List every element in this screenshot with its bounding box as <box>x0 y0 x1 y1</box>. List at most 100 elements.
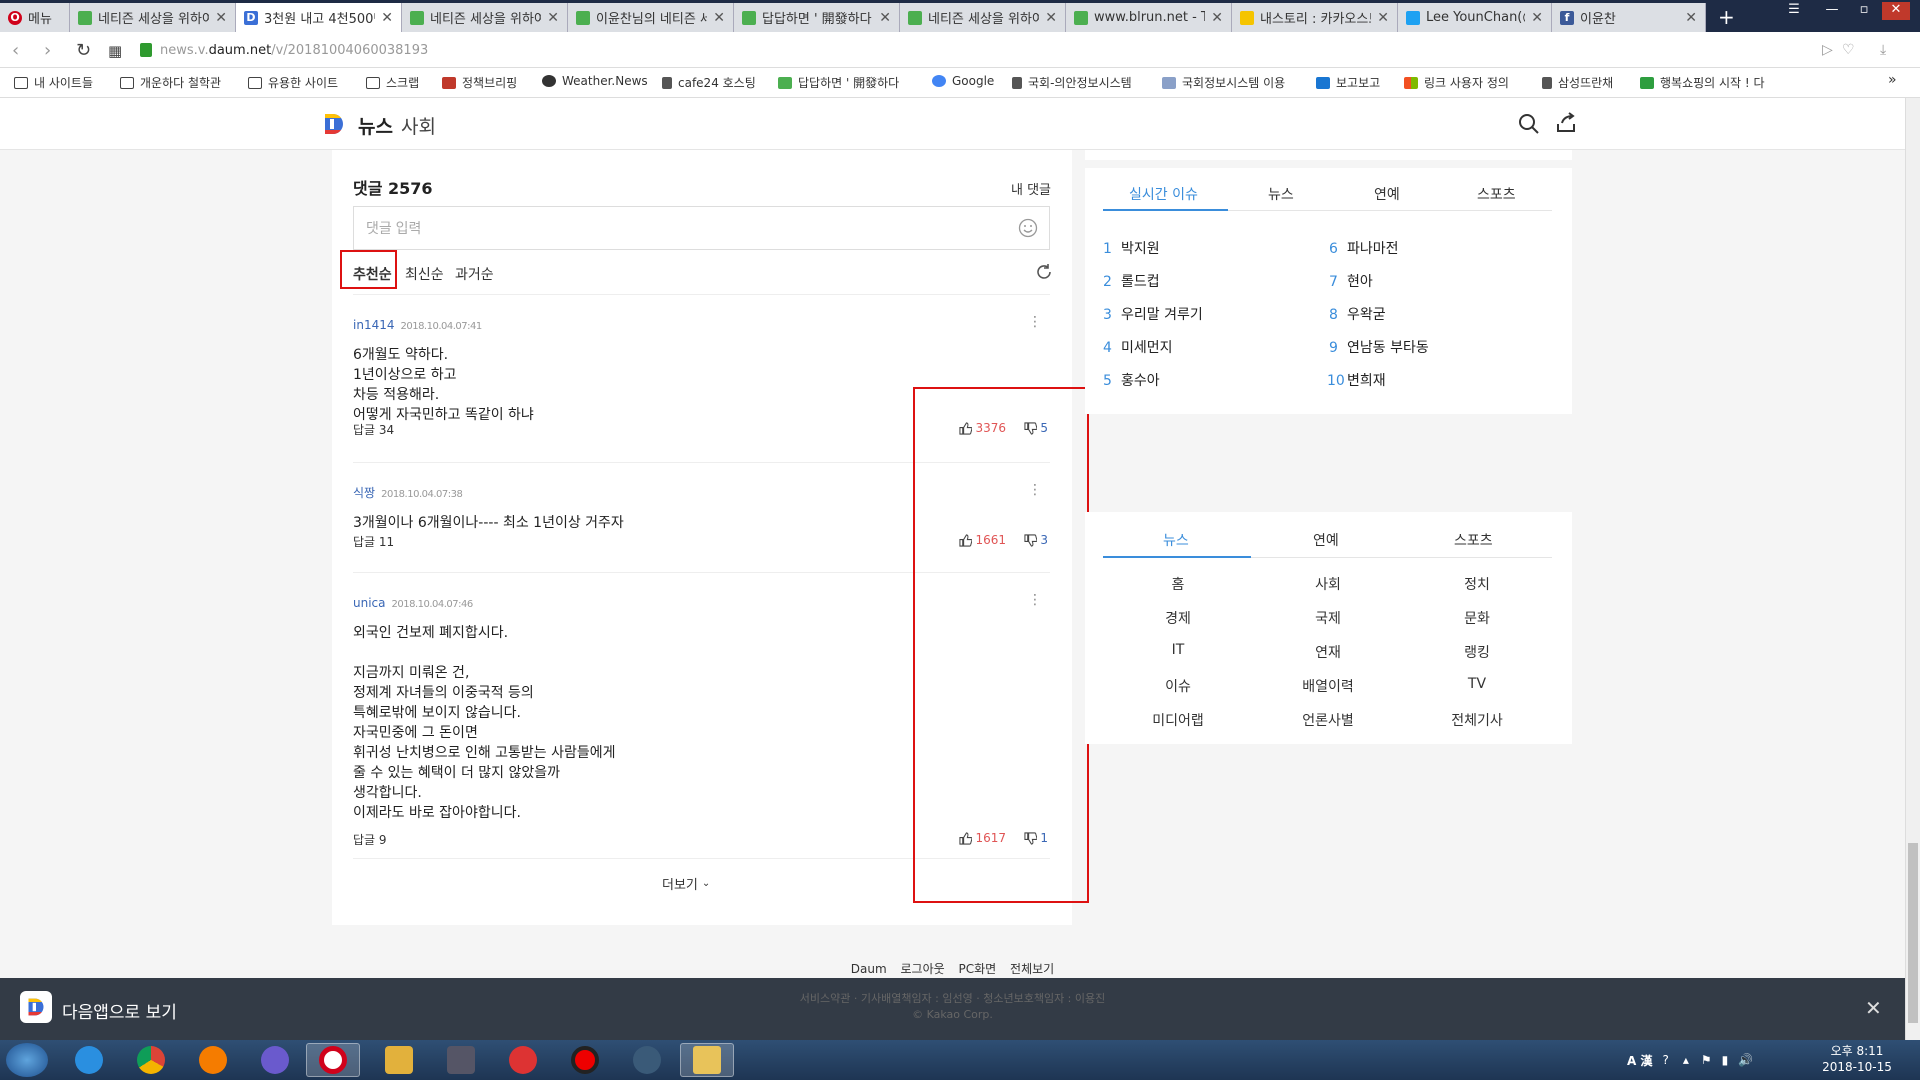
bookmark-link[interactable]: 행복쇼핑의 시작 ! 다 <box>1640 74 1765 91</box>
sort-oldest-tab[interactable]: 과거순 <box>455 264 494 284</box>
reply-count-button[interactable]: 답글 34 <box>353 423 394 437</box>
explorer-taskbar-icon[interactable] <box>680 1043 734 1077</box>
issue-rank-item[interactable]: 3 우리말 겨루기 <box>1103 304 1203 324</box>
close-icon[interactable]: ✕ <box>1377 10 1389 26</box>
bookmark-link[interactable]: 국회-의안정보시스템 <box>1012 74 1132 91</box>
close-icon[interactable]: ✕ <box>381 10 393 26</box>
category-link[interactable]: 전체기사 <box>1417 710 1537 730</box>
network-icon[interactable]: ▮ <box>1722 1053 1729 1067</box>
close-icon[interactable]: ✕ <box>1211 10 1223 26</box>
tab-news[interactable]: 뉴스 <box>1268 184 1294 204</box>
comment-author[interactable]: unica <box>353 596 386 610</box>
recorder-taskbar-icon[interactable] <box>558 1043 612 1077</box>
bookmark-link[interactable]: cafe24 호스팅 <box>662 74 756 91</box>
taskbar-clock[interactable]: 오후 8:11 2018-10-15 <box>1822 1043 1892 1075</box>
close-icon[interactable]: ✕ <box>1531 10 1543 26</box>
opera-taskbar-icon[interactable] <box>306 1043 360 1077</box>
help-icon[interactable]: ? <box>1662 1053 1668 1067</box>
chrome-taskbar-icon[interactable] <box>124 1043 178 1077</box>
browser-tab[interactable]: www.blrun.net - The ✕ <box>1066 3 1232 32</box>
issue-rank-item[interactable]: 10 변희재 <box>1327 370 1386 390</box>
category-link[interactable]: 배열이력 <box>1268 676 1388 696</box>
tab-entertainment[interactable]: 연예 <box>1313 530 1339 550</box>
share-icon[interactable] <box>1555 112 1577 134</box>
reply-count-button[interactable]: 답글 9 <box>353 833 387 847</box>
category-link[interactable]: 정치 <box>1417 574 1537 594</box>
bookmark-link[interactable]: Weather.News <box>542 74 648 88</box>
category-link[interactable]: 문화 <box>1417 608 1537 628</box>
tab-news[interactable]: 뉴스 <box>1163 530 1189 550</box>
bookmark-folder[interactable]: 내 사이트들 <box>14 74 93 91</box>
bookmark-folder[interactable]: 스크랩 <box>366 74 419 91</box>
category-link[interactable]: 연재 <box>1268 642 1388 662</box>
category-link[interactable]: 이슈 <box>1118 676 1238 696</box>
issue-rank-item[interactable]: 8 우왁굳 <box>1329 304 1386 324</box>
reply-count-button[interactable]: 답글 11 <box>353 535 394 549</box>
issue-rank-item[interactable]: 4 미세먼지 <box>1103 337 1173 357</box>
emoji-icon[interactable] <box>1018 218 1038 238</box>
firefox-taskbar-icon[interactable] <box>186 1043 240 1077</box>
app-taskbar-icon[interactable] <box>248 1043 302 1077</box>
comment-author[interactable]: in1414 <box>353 318 394 332</box>
bookmark-folder[interactable]: 유용한 사이트 <box>248 74 338 91</box>
category-link[interactable]: TV <box>1417 676 1537 692</box>
bookmark-folder[interactable]: 개운하다 철학관 <box>120 74 221 91</box>
comment-input[interactable] <box>353 206 1050 250</box>
issue-rank-item[interactable]: 2 롤드컵 <box>1103 271 1160 291</box>
browser-tab[interactable]: Lee YounChan(@blr ✕ <box>1398 3 1552 32</box>
footer-link-all[interactable]: 전체보기 <box>1010 962 1054 976</box>
daum-logo-icon[interactable] <box>322 112 346 136</box>
issue-rank-item[interactable]: 5 홍수아 <box>1103 370 1160 390</box>
page-scrollbar[interactable] <box>1905 98 1920 1042</box>
tab-sports[interactable]: 스포츠 <box>1454 530 1493 550</box>
tab-entertainment[interactable]: 연예 <box>1374 184 1400 204</box>
category-link[interactable]: 랭킹 <box>1417 642 1537 662</box>
browser-tab[interactable]: 답답하면 ' 開發하다 ✕ <box>734 3 900 32</box>
bookmark-link[interactable]: 삼성뜨란채 <box>1542 74 1613 91</box>
reload-icon[interactable]: ↻ <box>76 40 91 61</box>
app-banner[interactable]: 서비스약관 · 기사배열책임자 : 임선영 · 청소년보호책임자 : 이용진 ©… <box>0 978 1905 1040</box>
more-options-icon[interactable]: ⋮ <box>1028 314 1042 330</box>
search-icon[interactable] <box>1518 113 1540 135</box>
footer-link-pc[interactable]: PC화면 <box>959 962 997 976</box>
tool-taskbar-icon[interactable] <box>372 1043 426 1077</box>
section-title[interactable]: 뉴스 사회 <box>358 112 436 139</box>
flag-icon[interactable]: ⚑ <box>1701 1053 1712 1067</box>
issue-rank-item[interactable]: 6 파나마전 <box>1329 238 1399 258</box>
bookmark-link[interactable]: 링크 사용자 정의 <box>1404 74 1509 91</box>
heart-icon[interactable]: ♡ <box>1842 42 1855 58</box>
browser-tab[interactable]: 네티즌 세상을 위하여 ✕ <box>70 3 236 32</box>
comment-author[interactable]: 식짱 <box>353 486 375 500</box>
back-icon[interactable]: ‹ <box>12 40 19 61</box>
category-link[interactable]: 사회 <box>1268 574 1388 594</box>
category-link[interactable]: 언론사별 <box>1268 710 1388 730</box>
issue-rank-item[interactable]: 9 연남동 부타동 <box>1329 337 1429 357</box>
window-close-icon[interactable]: ✕ <box>1882 2 1910 20</box>
browser-tab[interactable]: 내스토리 : 카카오스토 ✕ <box>1232 3 1398 32</box>
app-taskbar-icon[interactable] <box>496 1043 550 1077</box>
bookmarks-overflow-icon[interactable]: » <box>1888 72 1897 88</box>
issue-rank-item[interactable]: 1 박지원 <box>1103 238 1160 258</box>
refresh-icon[interactable] <box>1035 263 1053 281</box>
category-link[interactable]: IT <box>1118 642 1238 658</box>
footer-link-daum[interactable]: Daum <box>851 962 887 976</box>
speed-dial-icon[interactable]: ▦ <box>108 42 122 60</box>
category-link[interactable]: 국제 <box>1268 608 1388 628</box>
bookmark-link[interactable]: Google <box>932 74 994 88</box>
app-taskbar-icon[interactable] <box>434 1043 488 1077</box>
browser-tab[interactable]: f 이윤찬 ✕ <box>1552 3 1706 32</box>
minimize-icon[interactable]: — <box>1818 2 1846 20</box>
close-icon[interactable]: ✕ <box>1865 996 1882 1020</box>
browser-tab[interactable]: 네티즌 세상을 위하여 ✕ <box>900 3 1066 32</box>
bookmark-link[interactable]: 답답하면 ' 開發하다 <box>778 74 899 91</box>
close-icon[interactable]: ✕ <box>215 10 227 26</box>
bookmark-link[interactable]: 보고보고 <box>1316 74 1380 91</box>
tab-live-issues[interactable]: 실시간 이슈 <box>1129 184 1198 204</box>
tab-menu-icon[interactable]: ☰ <box>1780 2 1808 20</box>
ime-indicator[interactable]: A 漢 <box>1627 1052 1652 1069</box>
issue-rank-item[interactable]: 7 현아 <box>1329 271 1373 291</box>
download-icon[interactable]: ⤓ <box>1880 42 1886 58</box>
load-more-button[interactable]: 더보기 ⌄ <box>662 874 710 893</box>
url-field[interactable]: news.v. daum.net/v/20181004060038193 <box>140 39 1790 61</box>
flow-icon[interactable]: ▷ <box>1822 42 1833 58</box>
